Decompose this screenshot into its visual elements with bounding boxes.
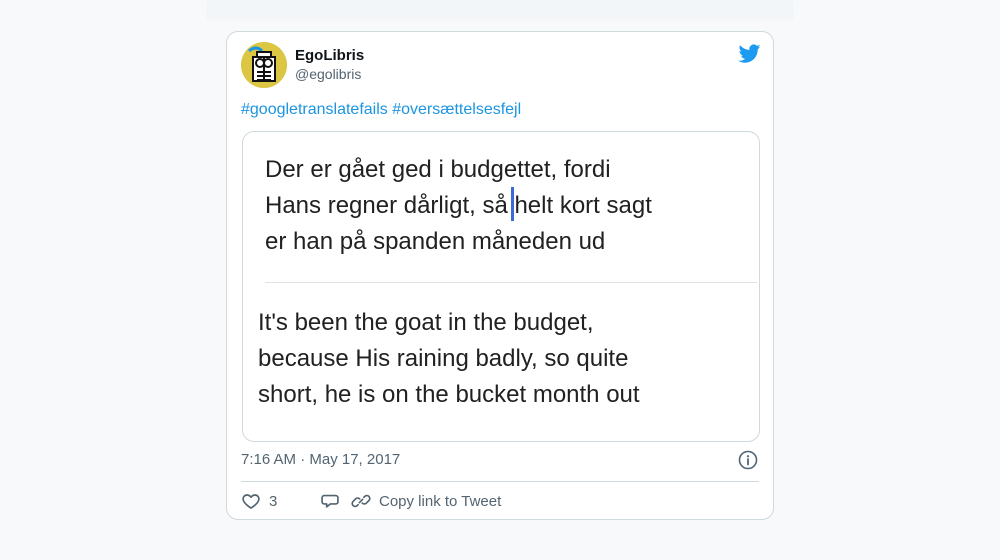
like-count: 3	[269, 492, 278, 510]
footer-divider	[241, 481, 759, 482]
hashtag-googletranslatefails[interactable]: #googletranslatefails	[241, 101, 388, 118]
attached-translation-image[interactable]: Der er gået ged i budgettet, fordi Hans …	[242, 131, 760, 442]
reply-button[interactable]	[320, 490, 340, 512]
tweet-card: EgoLibris @egolibris #googletranslatefai…	[226, 31, 774, 520]
tweet-timestamp[interactable]: 7:16 AM · May 17, 2017	[241, 451, 400, 468]
account-name[interactable]: EgoLibris	[295, 47, 364, 64]
reply-icon	[321, 494, 339, 508]
text-cursor	[511, 187, 514, 221]
avatar-reader-illustration	[241, 42, 287, 88]
account-avatar[interactable]	[241, 42, 287, 88]
translation-divider	[265, 282, 757, 283]
tweet-actions: 3 Copy link to Tweet	[241, 490, 761, 512]
top-page-strip	[207, 0, 793, 18]
account-handle[interactable]: @egolibris	[295, 66, 361, 82]
tweet-header: EgoLibris @egolibris	[241, 42, 761, 90]
tweet-hashtags: #googletranslatefails #oversættelsesfejl	[241, 101, 521, 119]
copy-link-label: Copy link to Tweet	[379, 492, 502, 510]
danish-source-text: Der er gået ged i budgettet, fordi Hans …	[265, 156, 652, 255]
english-translation-text: It's been the goat in the budget, becaus…	[258, 309, 640, 408]
copy-link-button[interactable]: Copy link to Tweet	[351, 490, 501, 512]
heart-icon	[242, 494, 260, 509]
twitter-bird-icon[interactable]	[737, 42, 761, 66]
hashtag-oversaettelsesfejl[interactable]: #oversættelsesfejl	[392, 101, 521, 118]
info-icon[interactable]	[738, 450, 758, 470]
like-button[interactable]: 3	[241, 490, 277, 512]
link-icon	[351, 494, 371, 508]
